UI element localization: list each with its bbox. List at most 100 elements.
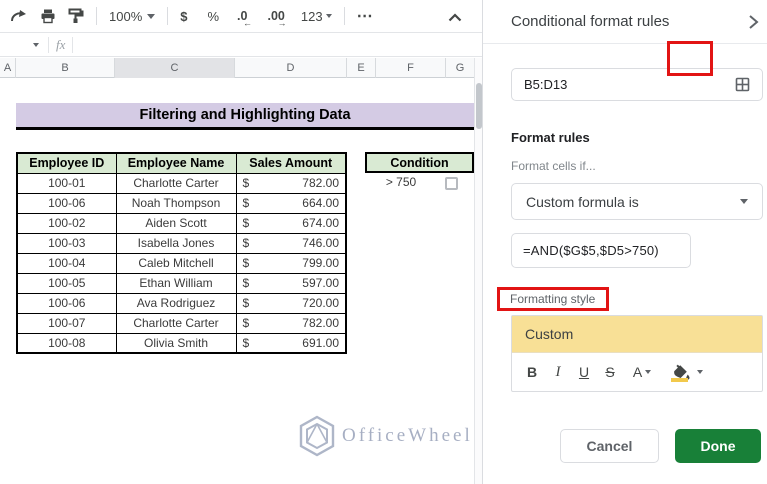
zoom-select[interactable]: 100% bbox=[103, 4, 161, 28]
decrease-decimal-icon: .0 bbox=[237, 9, 247, 23]
zoom-level-value: 100% bbox=[109, 8, 143, 24]
table-row: 100-02 Aiden Scott $674.00 bbox=[16, 212, 347, 234]
condition-checkbox[interactable] bbox=[445, 177, 458, 190]
column-header-d[interactable]: D bbox=[235, 58, 347, 78]
cell-employee-name[interactable]: Charlotte Carter bbox=[115, 312, 237, 334]
column-header-b[interactable]: B bbox=[16, 58, 115, 78]
formatting-style-label: Formatting style bbox=[508, 292, 598, 306]
percent-icon: % bbox=[207, 8, 220, 24]
format-percent-button[interactable]: % bbox=[201, 4, 225, 28]
sheet-grid[interactable]: Filtering and Highlighting Data Employee… bbox=[0, 78, 474, 484]
table-row: 100-04 Caleb Mitchell $799.00 bbox=[16, 252, 347, 274]
column-header-c[interactable]: C bbox=[115, 58, 235, 78]
increase-decimal-icon: .00 bbox=[267, 9, 284, 23]
header-employee-id[interactable]: Employee ID bbox=[16, 152, 117, 174]
redo-button[interactable] bbox=[4, 4, 34, 28]
table-row: 100-06 Noah Thompson $664.00 bbox=[16, 192, 347, 214]
cell-sales-amount[interactable]: $597.00 bbox=[235, 272, 347, 294]
cell-employee-name[interactable]: Ethan William bbox=[115, 272, 237, 294]
fx-label: fx bbox=[56, 37, 66, 52]
cell-employee-id[interactable]: 100-08 bbox=[16, 332, 117, 354]
header-employee-name[interactable]: Employee Name bbox=[115, 152, 237, 174]
condition-type-value: Custom formula is bbox=[526, 193, 639, 210]
condition-type-select[interactable]: Custom formula is bbox=[511, 183, 763, 220]
table-row: 100-05 Ethan William $597.00 bbox=[16, 272, 347, 294]
header-sales-amount[interactable]: Sales Amount bbox=[235, 152, 347, 174]
cell-sales-amount[interactable]: $691.00 bbox=[235, 332, 347, 354]
cell-employee-id[interactable]: 100-02 bbox=[16, 212, 117, 234]
cell-employee-id[interactable]: 100-01 bbox=[16, 172, 117, 194]
underline-button[interactable]: U bbox=[572, 359, 596, 385]
formula-bar: fx bbox=[0, 34, 482, 57]
bold-button[interactable]: B bbox=[520, 359, 544, 385]
name-box-dropdown[interactable] bbox=[28, 33, 41, 57]
cell-employee-name[interactable]: Olivia Smith bbox=[115, 332, 237, 354]
done-button[interactable]: Done bbox=[675, 429, 761, 463]
style-toolbar: B I U S A bbox=[512, 353, 762, 391]
print-button[interactable] bbox=[34, 4, 62, 28]
increase-decimal-button[interactable]: .00 bbox=[261, 4, 290, 28]
more-toolbar-options-button[interactable] bbox=[351, 4, 380, 28]
italic-button[interactable]: I bbox=[546, 359, 570, 385]
vertical-scrollbar[interactable] bbox=[474, 58, 482, 484]
cell-sales-amount[interactable]: $782.00 bbox=[235, 312, 347, 334]
cell-employee-name[interactable]: Ava Rodriguez bbox=[115, 292, 237, 314]
cell-sales-amount[interactable]: $799.00 bbox=[235, 252, 347, 274]
cell-employee-name[interactable]: Aiden Scott bbox=[115, 212, 237, 234]
sheet-title-cell[interactable]: Filtering and Highlighting Data bbox=[16, 103, 474, 127]
column-header-g[interactable]: G bbox=[446, 58, 474, 78]
toolbar-divider bbox=[167, 7, 169, 25]
cell-employee-id[interactable]: 100-06 bbox=[16, 192, 117, 214]
fill-color-button[interactable] bbox=[670, 359, 705, 385]
spreadsheet-region: 100% $ % .0 .00 bbox=[0, 0, 482, 484]
cell-sales-amount[interactable]: $782.00 bbox=[235, 172, 347, 194]
cell-employee-id[interactable]: 100-06 bbox=[16, 292, 117, 314]
printer-icon bbox=[40, 8, 56, 24]
condition-header-cell[interactable]: Condition bbox=[365, 152, 474, 173]
custom-formula-input[interactable]: =AND($G$5,$D5>750) bbox=[511, 233, 691, 268]
cell-employee-name[interactable]: Noah Thompson bbox=[115, 192, 237, 214]
cell-sales-amount[interactable]: $720.00 bbox=[235, 292, 347, 314]
cell-employee-id[interactable]: 100-04 bbox=[16, 252, 117, 274]
paint-format-button[interactable] bbox=[62, 4, 90, 28]
collapse-toolbar-button[interactable] bbox=[442, 5, 468, 29]
text-color-button[interactable]: A bbox=[630, 359, 654, 385]
range-value: B5:D13 bbox=[524, 77, 568, 92]
cell-employee-id[interactable]: 100-05 bbox=[16, 272, 117, 294]
cell-sales-amount[interactable]: $674.00 bbox=[235, 212, 347, 234]
cell-employee-name[interactable]: Charlotte Carter bbox=[115, 172, 237, 194]
cell-employee-name[interactable]: Isabella Jones bbox=[115, 232, 237, 254]
cell-employee-id[interactable]: 100-03 bbox=[16, 232, 117, 254]
apply-to-range-input[interactable]: B5:D13 bbox=[511, 68, 763, 101]
format-currency-button[interactable]: $ bbox=[174, 4, 193, 28]
table-row: 100-01 Charlotte Carter $782.00 bbox=[16, 172, 347, 194]
column-header-a[interactable]: A bbox=[0, 58, 16, 78]
select-data-range-icon[interactable] bbox=[735, 77, 750, 92]
title-underline bbox=[16, 127, 474, 130]
close-panel-button[interactable] bbox=[747, 14, 759, 30]
chevron-down-icon bbox=[740, 199, 748, 204]
chevron-down-icon bbox=[697, 370, 703, 374]
condition-value-cell[interactable]: > 750 bbox=[365, 175, 437, 191]
style-preview: Custom bbox=[512, 316, 762, 353]
cell-sales-amount[interactable]: $664.00 bbox=[235, 192, 347, 214]
cell-sales-amount[interactable]: $746.00 bbox=[235, 232, 347, 254]
formula-bar-divider bbox=[48, 37, 49, 53]
column-header-e[interactable]: E bbox=[347, 58, 376, 78]
cell-employee-id[interactable]: 100-07 bbox=[16, 312, 117, 334]
column-header-f[interactable]: F bbox=[376, 58, 446, 78]
chevron-right-icon bbox=[747, 14, 759, 30]
sheets-toolbar: 100% $ % .0 .00 bbox=[0, 0, 482, 33]
strikethrough-button[interactable]: S bbox=[598, 359, 622, 385]
watermark-text: OfficeWheel bbox=[342, 425, 473, 446]
cell-employee-name[interactable]: Caleb Mitchell bbox=[115, 252, 237, 274]
number-format-button[interactable]: 123 bbox=[295, 4, 338, 28]
table-header-row: Employee ID Employee Name Sales Amount bbox=[16, 152, 347, 174]
cancel-button[interactable]: Cancel bbox=[560, 429, 659, 463]
decrease-decimal-button[interactable]: .0 bbox=[231, 4, 253, 28]
chevron-down-icon bbox=[645, 370, 652, 374]
chevron-down-icon bbox=[325, 14, 332, 18]
table-row: 100-08 Olivia Smith $691.00 bbox=[16, 332, 347, 354]
fill-color-swatch bbox=[671, 378, 688, 382]
formula-value: =AND($G$5,$D5>750) bbox=[523, 243, 659, 258]
